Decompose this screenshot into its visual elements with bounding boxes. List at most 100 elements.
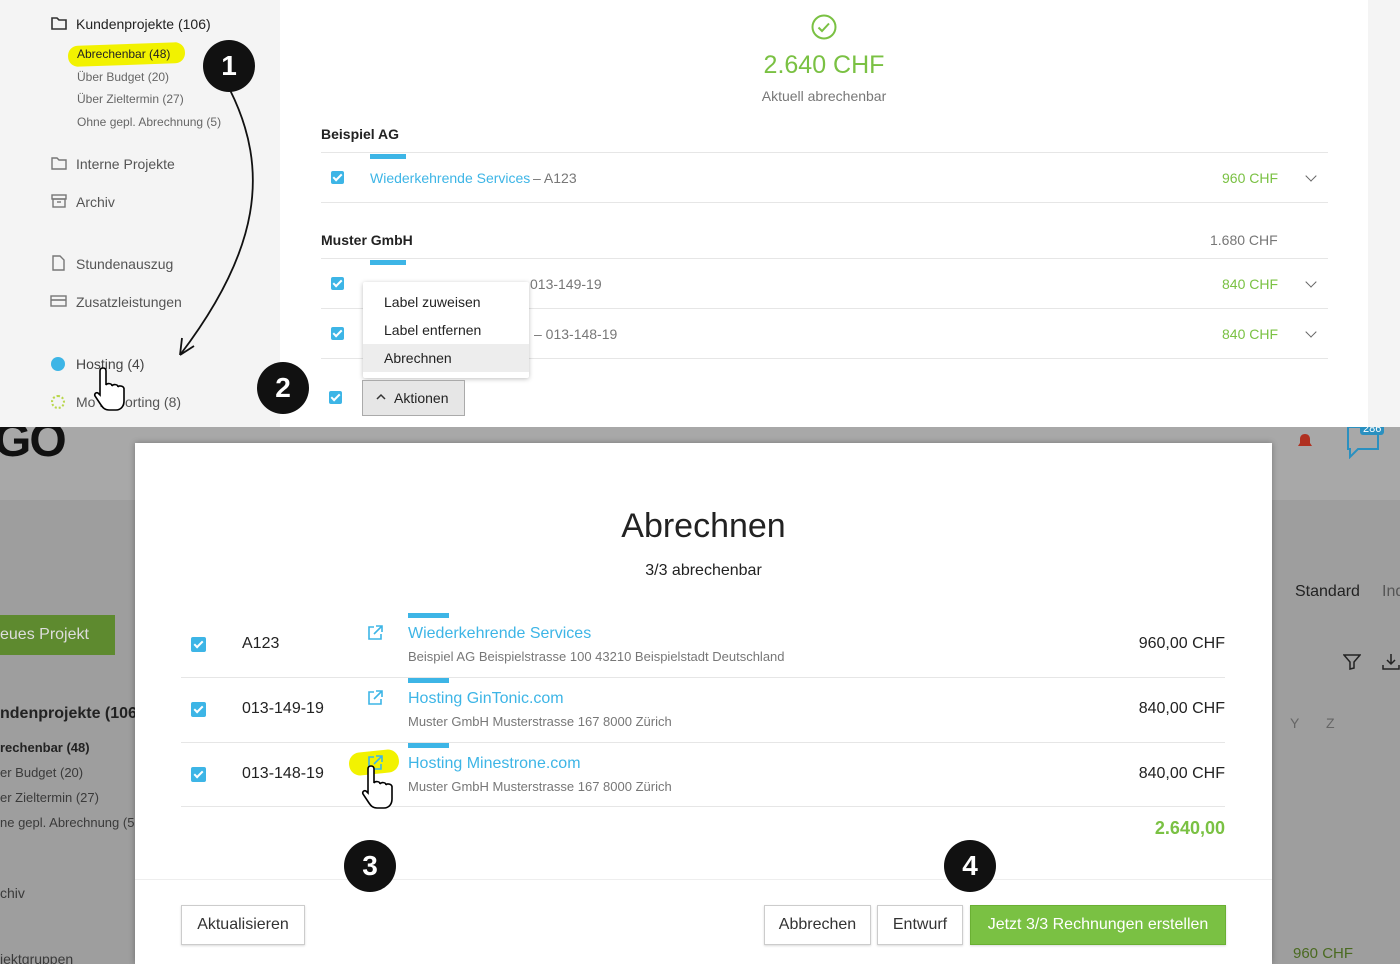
actions-button-label: Aktionen: [394, 390, 449, 406]
bg-sidebar-abrechenbar: rechenbar (48): [0, 740, 90, 755]
modal-title: Abrechnen: [621, 507, 786, 545]
label-bar: [370, 154, 406, 159]
step-badge-4: 4: [944, 840, 996, 892]
label-bar: [408, 678, 449, 683]
project-link[interactable]: Wiederkehrende Services: [408, 625, 591, 643]
external-link-icon[interactable]: [367, 625, 383, 641]
project-amount: 840,00 CHF: [1138, 700, 1225, 717]
menu-item-label-entfernen[interactable]: Label entfernen: [384, 322, 481, 338]
label-bar: [408, 743, 449, 748]
bg-amount: 960 CHF: [1293, 945, 1354, 962]
label-color-dot: [51, 395, 65, 409]
document-icon: [52, 255, 65, 271]
check-circle-icon: [811, 14, 837, 40]
project-link[interactable]: Hosting Minestrone.com: [408, 755, 581, 773]
actions-button[interactable]: Aktionen: [362, 380, 465, 416]
bell-icon[interactable]: [1297, 433, 1313, 449]
project-link[interactable]: Hosting GinTonic.com: [408, 690, 564, 708]
row-checkbox[interactable]: [331, 327, 344, 340]
chevron-down-icon[interactable]: [1305, 170, 1317, 182]
filter-icon[interactable]: [1343, 654, 1361, 670]
draft-button[interactable]: Entwurf: [877, 905, 963, 945]
row-checkbox[interactable]: [191, 702, 206, 717]
abrechnen-modal: Abrechnen 3/3 abrechenbar A123 Wiederkeh…: [135, 443, 1272, 964]
step-badge-1: 1: [203, 40, 255, 92]
label-bar: [370, 260, 406, 265]
menu-item-label-zuweisen[interactable]: Label zuweisen: [384, 294, 481, 310]
notification-count: 286: [1360, 427, 1385, 435]
project-amount: 840 CHF: [1222, 326, 1279, 342]
scrollbar-area: [1368, 0, 1400, 427]
bg-sidebar-projektgruppen: iektgruppen: [0, 951, 74, 964]
project-address: Beispiel AG Beispielstrasse 100 43210 Be…: [408, 649, 785, 664]
project-code: – 013-148-19: [534, 326, 618, 342]
project-amount: 960 CHF: [1222, 170, 1279, 186]
menu-item-abrechnen[interactable]: Abrechnen: [384, 350, 452, 366]
refresh-button[interactable]: Aktualisieren: [181, 905, 305, 945]
project-link[interactable]: Wiederkehrende Services: [370, 170, 530, 186]
group-name: Muster GmbH: [321, 232, 413, 248]
step-badge-3: 3: [344, 840, 396, 892]
row-checkbox[interactable]: [331, 171, 344, 184]
summary-amount: 2.640 CHF: [763, 51, 885, 79]
chevron-down-icon[interactable]: [1305, 326, 1317, 338]
project-code: 013-149-19: [242, 700, 324, 717]
chevron-down-icon[interactable]: [1305, 276, 1317, 288]
group-name: Beispiel AG: [321, 126, 400, 142]
bg-sidebar-ohne: ne gepl. Abrechnung (5: [0, 815, 135, 830]
row-checkbox[interactable]: [191, 767, 206, 782]
sidebar-item-kundenprojekte[interactable]: Kundenprojekte (106): [76, 16, 211, 32]
sidebar-item-ueber-budget[interactable]: Über Budget (20): [77, 70, 169, 84]
modal-total: 2.640,00: [1154, 818, 1225, 838]
bg-view-standard: Standard: [1295, 583, 1360, 600]
modal-subtitle: 3/3 abrechenbar: [645, 562, 762, 579]
bg-sidebar-kundenprojekte: ndenprojekte (106): [0, 705, 143, 722]
sidebar-item-abrechenbar[interactable]: Abrechenbar (48): [77, 47, 170, 61]
project-amount: 960,00 CHF: [1138, 635, 1225, 652]
bg-sidebar-ueber-budget: er Budget (20): [0, 765, 84, 780]
project-address: Muster GmbH Musterstrasse 167 8000 Züric…: [408, 714, 672, 729]
sidebar-item-stundenauszug[interactable]: Stundenauszug: [76, 256, 173, 272]
select-all-checkbox[interactable]: [329, 391, 342, 404]
download-icon[interactable]: [1382, 653, 1400, 670]
divider: [181, 677, 1225, 678]
hand-cursor-icon: [93, 367, 125, 411]
new-project-button[interactable]: eues Projekt: [0, 615, 115, 655]
bg-sidebar-archiv: chiv: [0, 885, 25, 901]
external-link-icon[interactable]: [367, 690, 383, 706]
project-address: Muster GmbH Musterstrasse 167 8000 Züric…: [408, 779, 672, 794]
group-total: 1.680 CHF: [1210, 232, 1278, 248]
folder-icon: [51, 157, 67, 170]
divider: [321, 202, 1328, 203]
label-color-dot: [51, 357, 65, 371]
divider: [181, 806, 1225, 807]
archive-icon: [51, 194, 67, 208]
label-bar: [408, 613, 449, 618]
row-checkbox[interactable]: [191, 637, 206, 652]
bg-col-z: Z: [1326, 715, 1335, 731]
project-code: – A123: [533, 170, 577, 186]
bg-sidebar-ueber-zieltermin: er Zieltermin (27): [0, 790, 99, 805]
step-badge-2: 2: [257, 362, 309, 414]
project-code: A123: [242, 635, 280, 652]
hand-cursor-icon: [361, 765, 393, 809]
actions-dropdown-menu: Label zuweisen Label entfernen Abrechnen: [363, 282, 529, 378]
credit-card-icon: [50, 295, 67, 307]
folder-icon: [51, 17, 67, 30]
project-code: 013-149-19: [530, 276, 602, 292]
footer-divider: [135, 879, 1272, 880]
sidebar-item-archiv[interactable]: Archiv: [76, 194, 115, 210]
divider: [321, 152, 1328, 153]
project-code: 013-148-19: [242, 765, 324, 782]
row-checkbox[interactable]: [331, 277, 344, 290]
divider: [181, 742, 1225, 743]
chevron-up-icon: [376, 393, 386, 400]
arrow-annotation: [179, 89, 254, 356]
project-amount: 840 CHF: [1222, 276, 1279, 292]
divider: [321, 258, 1328, 259]
new-project-label: eues Projekt: [0, 626, 89, 643]
bg-view-ind: Ind: [1382, 583, 1400, 600]
create-invoices-button[interactable]: Jetzt 3/3 Rechnungen erstellen: [970, 905, 1226, 945]
project-amount: 840,00 CHF: [1138, 765, 1225, 782]
cancel-button[interactable]: Abbrechen: [764, 905, 871, 945]
